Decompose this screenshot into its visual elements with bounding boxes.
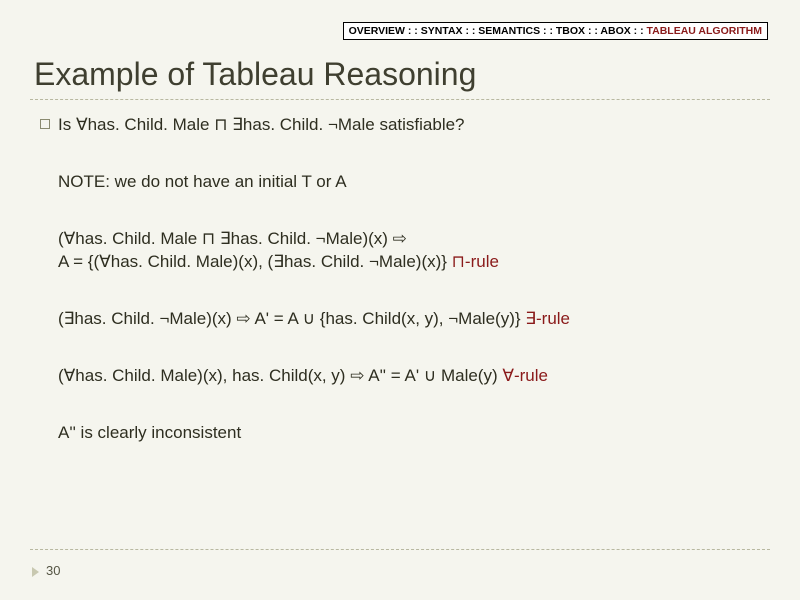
nav-overview: OVERVIEW	[349, 25, 405, 37]
question-text: Is ∀has. Child. Male ⊓ ∃has. Child. ¬Mal…	[58, 115, 465, 134]
step-1: (∀has. Child. Male ⊓ ∃has. Child. ¬Male)…	[58, 228, 760, 274]
nav-semantics: SEMANTICS	[478, 25, 540, 37]
nav-abox: ABOX	[600, 25, 630, 37]
breadcrumb-nav: OVERVIEW : : SYNTAX : : SEMANTICS : : TB…	[343, 22, 768, 40]
step-1-line-b: A = {(∀has. Child. Male)(x), (∃has. Chil…	[58, 251, 760, 274]
divider-top	[30, 99, 770, 100]
nav-tbox: TBOX	[556, 25, 585, 37]
divider-bottom	[30, 549, 770, 550]
step-2: (∃has. Child. ¬Male)(x) ⇨ A' = A ∪ {has.…	[58, 308, 760, 331]
conclusion-line: A'' is clearly inconsistent	[58, 422, 760, 445]
exists-rule-label: ∃-rule	[525, 309, 570, 328]
page-number: 30	[46, 563, 60, 578]
and-rule-label: ⊓-rule	[452, 252, 499, 271]
bullet-question: Is ∀has. Child. Male ⊓ ∃has. Child. ¬Mal…	[58, 114, 760, 137]
slide-body: Is ∀has. Child. Male ⊓ ∃has. Child. ¬Mal…	[58, 114, 760, 479]
nav-tableau-active: TABLEAU ALGORITHM	[647, 25, 763, 37]
slide-title: Example of Tableau Reasoning	[34, 56, 476, 93]
note-line: NOTE: we do not have an initial T or A	[58, 171, 760, 194]
step-1-line-a: (∀has. Child. Male ⊓ ∃has. Child. ¬Male)…	[58, 228, 760, 251]
square-bullet-icon	[40, 119, 50, 129]
page-indicator-icon	[32, 567, 39, 577]
step-3: (∀has. Child. Male)(x), has. Child(x, y)…	[58, 365, 760, 388]
forall-rule-label: ∀-rule	[502, 366, 548, 385]
nav-syntax: SYNTAX	[421, 25, 463, 37]
